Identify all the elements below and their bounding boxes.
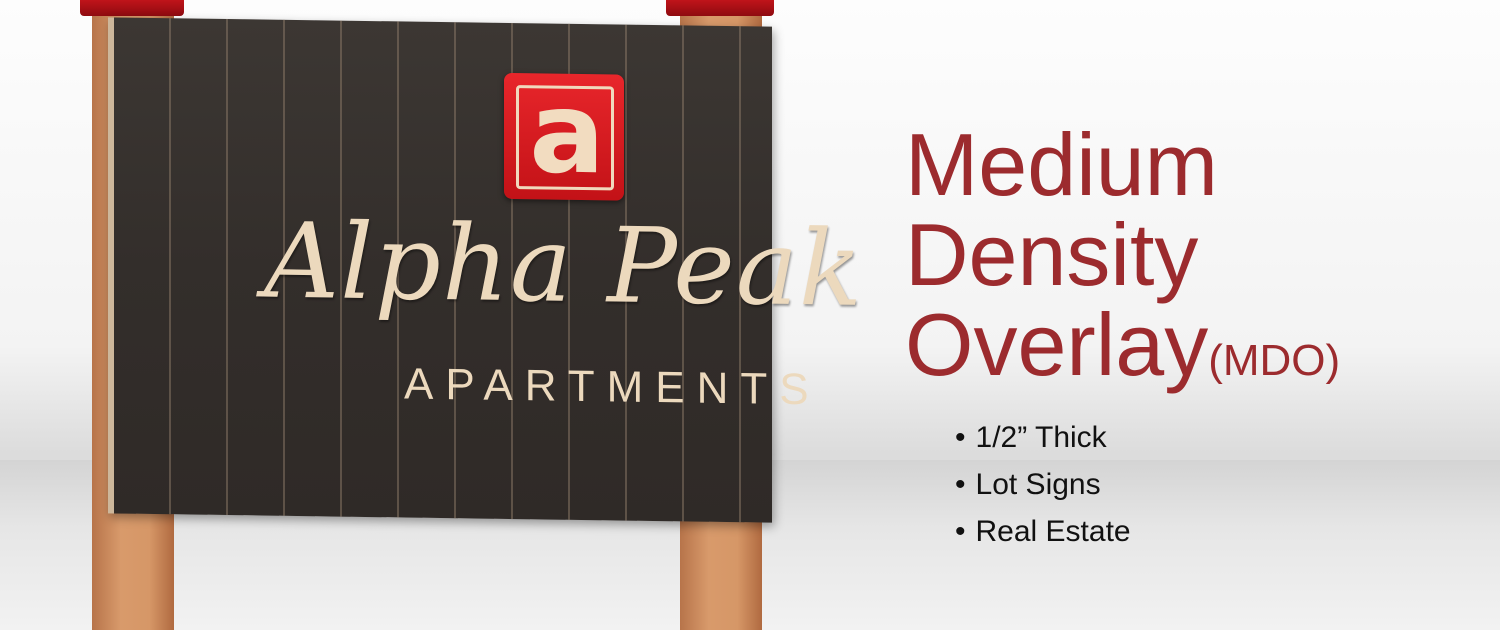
logo-frame: a [516, 68, 614, 199]
post-cap-right [666, 0, 774, 16]
heading-line-3-text: Overlay [905, 295, 1209, 394]
feature-item: Lot Signs [955, 461, 1131, 508]
feature-item: 1/2” Thick [955, 414, 1131, 461]
feature-item: Real Estate [955, 508, 1131, 555]
post-cap-left [80, 0, 184, 16]
product-heading: Medium Density Overlay(MDO) [905, 120, 1465, 406]
heading-line-2: Density [905, 205, 1199, 304]
logo-badge: a [504, 68, 624, 201]
heading-line-3: Overlay(MDO) [905, 300, 1465, 406]
sign-script-title: Alpha Peak [264, 199, 863, 330]
heading-line-1: Medium [905, 115, 1218, 214]
sign-board: a Alpha Peak APARTMENTS [108, 17, 863, 523]
heading-abbreviation: (MDO) [1208, 336, 1341, 385]
feature-list: 1/2” Thick Lot Signs Real Estate [955, 414, 1131, 555]
logo-letter: a [529, 68, 605, 200]
sign-subtitle: APARTMENTS [404, 359, 821, 415]
